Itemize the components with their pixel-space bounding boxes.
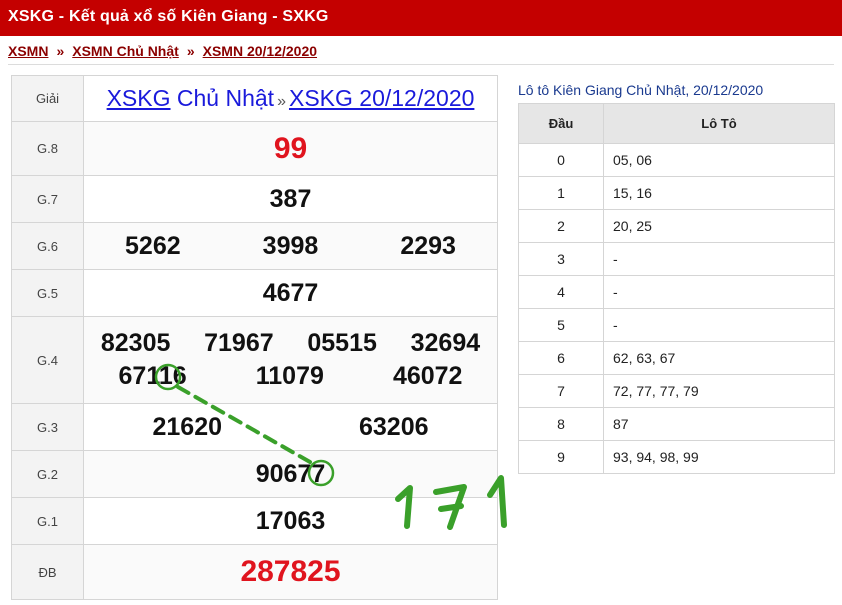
prize-row-g8: G.8 99 xyxy=(11,121,498,176)
breadcrumb-separator: » xyxy=(56,43,65,59)
prize-row-g7: G.7 387 xyxy=(11,175,498,223)
results-heading: XSKG Chủ Nhật» XSKG 20/12/2020 xyxy=(83,75,498,122)
loto-header-row: Đầu Lô Tô xyxy=(518,103,835,144)
results-table: Giải XSKG Chủ Nhật» XSKG 20/12/2020 G.8 9… xyxy=(11,75,498,600)
prize-g4-number: 11079 xyxy=(255,362,324,390)
xskg-date-link[interactable]: XSKG 20/12/2020 xyxy=(289,85,474,111)
breadcrumb-xsmn-chu-nhat[interactable]: XSMN Chủ Nhật xyxy=(72,43,179,59)
site-header: XSKG - Kết quả xổ số Kiên Giang - SXKG xyxy=(0,0,842,36)
loto-row: 3- xyxy=(518,242,835,276)
prize-g6-number: 2293 xyxy=(400,231,456,260)
loto-dau: 6 xyxy=(518,341,604,375)
loto-dau: 8 xyxy=(518,407,604,441)
prize-g7-number: 387 xyxy=(269,184,312,213)
loto-dau: 7 xyxy=(518,374,604,408)
loto-values: 62, 63, 67 xyxy=(603,341,835,375)
loto-row: 5- xyxy=(518,308,835,342)
prize-g3-number: 63206 xyxy=(358,412,429,441)
loto-row: 4- xyxy=(518,275,835,309)
prize-g3-number: 21620 xyxy=(152,412,223,441)
loto-dau: 0 xyxy=(518,143,604,177)
loto-values: 05, 06 xyxy=(603,143,835,177)
prize-label: G.1 xyxy=(11,497,84,545)
prize-g8-number: 99 xyxy=(273,131,308,165)
prize-g1-number: 17063 xyxy=(255,506,326,535)
loto-row: 8 87 xyxy=(518,407,835,441)
loto-dau: 5 xyxy=(518,308,604,342)
loto-col-dau: Đầu xyxy=(518,103,604,144)
prize-g2-number: 90677 xyxy=(255,459,326,488)
prize-label: G.7 xyxy=(11,175,84,223)
loto-row: 1 15, 16 xyxy=(518,176,835,210)
page-title: XSKG - Kết quả xổ số Kiên Giang - SXKG xyxy=(8,8,329,25)
loto-title: Lô tô Kiên Giang Chủ Nhật, 20/12/2020 xyxy=(518,82,764,98)
loto-row: 2 20, 25 xyxy=(518,209,835,243)
prize-row-g5: G.5 4677 xyxy=(11,269,498,317)
breadcrumb-xsmn-date[interactable]: XSMN 20/12/2020 xyxy=(203,43,317,59)
prize-db-number: 287825 xyxy=(240,555,341,588)
day-label: Chủ Nhật xyxy=(176,85,275,111)
prize-g4-number: 82305 xyxy=(100,329,171,357)
loto-values: - xyxy=(603,275,835,309)
breadcrumb-xsmn[interactable]: XSMN xyxy=(8,43,48,59)
loto-dau: 1 xyxy=(518,176,604,210)
prize-label: G.3 xyxy=(11,403,84,451)
loto-dau: 2 xyxy=(518,209,604,243)
breadcrumb: XSMN » XSMN Chủ Nhật » XSMN 20/12/2020 xyxy=(8,43,317,59)
loto-values: 72, 77, 77, 79 xyxy=(603,374,835,408)
prize-label: G.6 xyxy=(11,222,84,270)
loto-dau: 3 xyxy=(518,242,604,276)
results-header-row: Giải XSKG Chủ Nhật» XSKG 20/12/2020 xyxy=(11,75,498,122)
prize-row-g2: G.2 90677 xyxy=(11,450,498,498)
prize-g4-number: 46072 xyxy=(392,362,463,390)
loto-table: Đầu Lô Tô 0 05, 06 1 15, 16 2 20, 25 3- 4- … xyxy=(518,103,835,474)
prize-label: ĐB xyxy=(11,544,84,600)
loto-values: - xyxy=(603,242,835,276)
prize-g4-number: 67116 xyxy=(118,362,187,390)
prize-column-header: Giải xyxy=(11,75,84,122)
prize-g6-number: 3998 xyxy=(262,231,319,260)
prize-row-g6: G.6 5262 3998 2293 xyxy=(11,222,498,270)
prize-g5-number: 4677 xyxy=(262,278,319,307)
loto-row: 9 93, 94, 98, 99 xyxy=(518,440,835,474)
loto-dau: 9 xyxy=(518,440,604,474)
divider xyxy=(8,64,834,65)
loto-values: 87 xyxy=(603,407,835,441)
breadcrumb-separator: » xyxy=(186,43,195,59)
loto-values: 15, 16 xyxy=(603,176,835,210)
prize-label: G.8 xyxy=(11,121,84,176)
loto-dau: 4 xyxy=(518,275,604,309)
loto-row: 7 72, 77, 77, 79 xyxy=(518,374,835,408)
loto-values: 93, 94, 98, 99 xyxy=(603,440,835,474)
prize-row-g3: G.3 21620 63206 xyxy=(11,403,498,451)
prize-g4-number: 71967 xyxy=(204,329,274,357)
prize-g6-number: 5262 xyxy=(125,231,181,260)
prize-label: G.2 xyxy=(11,450,84,498)
prize-row-g1: G.1 17063 xyxy=(11,497,498,545)
prize-label: G.4 xyxy=(11,316,84,404)
loto-values: - xyxy=(603,308,835,342)
loto-values: 20, 25 xyxy=(603,209,835,243)
prize-g4-number: 05515 xyxy=(307,329,377,357)
prize-g4-number: 32694 xyxy=(410,329,481,357)
loto-col-loto: Lô Tô xyxy=(603,103,835,144)
xskg-link[interactable]: XSKG xyxy=(107,85,171,111)
loto-row: 0 05, 06 xyxy=(518,143,835,177)
prize-label: G.5 xyxy=(11,269,84,317)
heading-separator: » xyxy=(277,93,286,110)
prize-row-db: ĐB 287825 xyxy=(11,544,498,600)
loto-row: 6 62, 63, 67 xyxy=(518,341,835,375)
prize-row-g4: G.4 82305 71967 05515 32694 67116 11079 … xyxy=(11,316,498,404)
